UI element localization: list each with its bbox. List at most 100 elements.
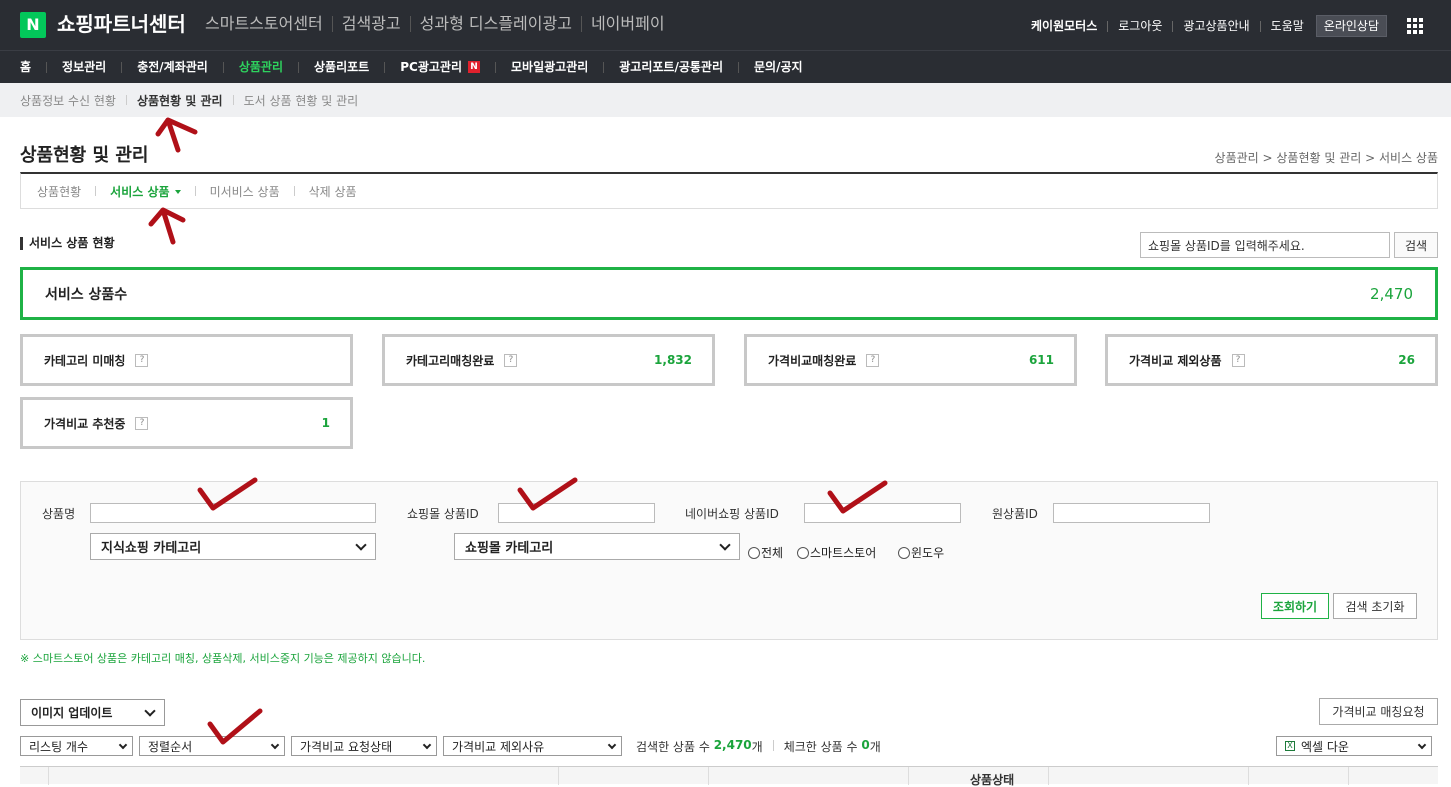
- ad-guide-link[interactable]: 광고상품안내: [1183, 17, 1249, 35]
- exclude-reason-select[interactable]: 가격비교 제외사유: [443, 736, 622, 756]
- nav-charge[interactable]: 충전/계좌관리: [137, 51, 208, 83]
- total-service-count: 서비스 상품수 2,470: [20, 267, 1438, 320]
- stat-value[interactable]: 611: [1029, 353, 1054, 367]
- excel-label: 엑셀 다운: [1301, 739, 1349, 754]
- knowledge-category-select[interactable]: 지식쇼핑 카테고리: [90, 533, 376, 560]
- listing-count-select[interactable]: 리스팅 개수: [20, 736, 133, 756]
- subnav-book-status[interactable]: 도서 상품 현황 및 관리: [244, 92, 359, 109]
- stat-category-unmatched: 카테고리 미매칭?: [20, 334, 353, 386]
- radio-circle-icon: [748, 546, 760, 559]
- smartstore-notice: ※ 스마트스토어 상품은 카테고리 매칭, 상품삭제, 서비스중지 기능은 제공…: [20, 652, 426, 665]
- nav-inquiry[interactable]: 문의/공지: [754, 51, 803, 83]
- top-link-smartstore[interactable]: 스마트스토어센터: [205, 14, 323, 34]
- tab-product-status[interactable]: 상품현황: [37, 183, 81, 200]
- main-nav: 홈 정보관리 충전/계좌관리 상품관리 상품리포트 PC광고관리 N 모바일광고관…: [0, 50, 1451, 83]
- nav-product-manage[interactable]: 상품관리: [239, 51, 283, 83]
- chevron-down-icon: [1417, 740, 1427, 749]
- top-link-display-ad[interactable]: 성과형 디스플레이광고: [420, 14, 572, 34]
- searched-prefix: 검색한 상품 수: [636, 740, 714, 754]
- help-icon[interactable]: ?: [135, 416, 149, 430]
- sub-nav: 상품정보 수신 현황 상품현황 및 관리 도서 상품 현황 및 관리: [0, 83, 1451, 117]
- total-label: 서비스 상품수: [45, 286, 128, 303]
- nav-product-report[interactable]: 상품리포트: [314, 51, 369, 83]
- naver-product-id-label: 네이버쇼핑 상품ID: [685, 507, 779, 521]
- nav-pc-ad[interactable]: PC광고관리 N: [400, 51, 480, 83]
- query-button[interactable]: 조회하기: [1261, 593, 1329, 619]
- radio-smartstore[interactable]: 스마트스토어: [797, 544, 876, 561]
- radio-all[interactable]: 전체: [748, 544, 783, 561]
- checked-prefix: 체크한 상품 수: [783, 740, 862, 754]
- nav-pc-ad-label: PC광고관리: [400, 60, 462, 74]
- logout-link[interactable]: 로그아웃: [1118, 17, 1162, 35]
- radio-circle-icon: [898, 546, 910, 559]
- excel-download-select[interactable]: X 엑셀 다운: [1276, 736, 1432, 756]
- stat-value[interactable]: 1: [322, 416, 330, 430]
- help-icon[interactable]: ?: [135, 353, 149, 367]
- searched-suffix: 개: [751, 740, 763, 754]
- price-status-select[interactable]: 가격비교 요청상태: [291, 736, 437, 756]
- stat-value[interactable]: 26: [1398, 353, 1415, 367]
- search-button[interactable]: 검색: [1394, 232, 1438, 258]
- help-link[interactable]: 도움말: [1271, 17, 1304, 35]
- subnav-receive-status[interactable]: 상품정보 수신 현황: [20, 92, 116, 109]
- total-value[interactable]: 2,470: [1370, 285, 1413, 303]
- top-user-menu: 케이원모터스 로그아웃 광고상품안내 도움말 온라인상담: [1031, 15, 1423, 37]
- annotation-check-icon: [517, 477, 578, 511]
- chevron-down-icon: [355, 538, 367, 551]
- checked-suffix: 개: [869, 740, 881, 754]
- tab-service-product[interactable]: 서비스 상품: [110, 183, 181, 200]
- radio-window-label: 윈도우: [911, 546, 945, 560]
- nav-home[interactable]: 홈: [20, 51, 31, 83]
- brand-title[interactable]: 쇼핑파트너센터: [57, 11, 186, 37]
- nav-mobile-ad[interactable]: 모바일광고관리: [511, 51, 588, 83]
- breadcrumb: 상품관리 > 상품현황 및 관리 > 서비스 상품: [1214, 151, 1438, 165]
- subnav-product-status[interactable]: 상품현황 및 관리: [137, 92, 223, 109]
- tab-service-product-label: 서비스 상품: [110, 184, 170, 199]
- stat-price-recommending: 가격비교 추천중? 1: [20, 397, 353, 449]
- stat-label: 카테고리매칭완료: [406, 353, 495, 368]
- product-id-search-input[interactable]: [1140, 232, 1390, 258]
- page-title: 상품현황 및 관리: [20, 145, 149, 166]
- image-update-select[interactable]: 이미지 업데이트: [20, 699, 165, 726]
- nav-info[interactable]: 정보관리: [62, 51, 106, 83]
- naver-logo[interactable]: N: [20, 12, 46, 38]
- chevron-down-icon: [607, 740, 617, 749]
- original-id-input[interactable]: [1053, 503, 1210, 523]
- radio-smartstore-label: 스마트스토어: [810, 546, 877, 560]
- stat-value[interactable]: 1,832: [654, 353, 692, 367]
- section-title: 서비스 상품 현황: [20, 237, 115, 250]
- radio-window[interactable]: 윈도우: [898, 544, 944, 561]
- reset-button[interactable]: 검색 초기화: [1333, 593, 1417, 619]
- stat-label: 카테고리 미매칭: [44, 353, 126, 368]
- mall-category-value: 쇼핑몰 카테고리: [465, 541, 554, 556]
- stat-category-matched: 카테고리매칭완료? 1,832: [382, 334, 715, 386]
- annotation-arrow-icon: [148, 207, 186, 245]
- annotation-check-icon: [207, 708, 263, 745]
- tab-unserviced-product[interactable]: 미서비스 상품: [210, 183, 280, 200]
- mall-category-select[interactable]: 쇼핑몰 카테고리: [454, 533, 740, 560]
- price-compare-request-button[interactable]: 가격비교 매칭요청: [1319, 698, 1438, 725]
- user-name[interactable]: 케이원모터스: [1031, 17, 1097, 35]
- online-consult-button[interactable]: 온라인상담: [1315, 15, 1387, 37]
- tab-deleted-product[interactable]: 삭제 상품: [309, 183, 357, 200]
- help-icon[interactable]: ?: [1231, 353, 1245, 367]
- listing-count-label: 리스팅 개수: [29, 739, 89, 754]
- original-id-label: 원상품ID: [992, 507, 1038, 521]
- product-name-label: 상품명: [42, 507, 76, 521]
- annotation-check-icon: [827, 480, 888, 514]
- top-link-naverpay[interactable]: 네이버페이: [591, 14, 665, 34]
- apps-grid-icon[interactable]: [1407, 18, 1423, 34]
- chevron-down-icon: [118, 740, 128, 749]
- status-column-header: 상품상태: [970, 773, 1015, 787]
- annotation-check-icon: [197, 477, 258, 511]
- chevron-down-icon: [144, 704, 156, 717]
- product-counts: 검색한 상품 수 2,470 개 체크한 상품 수 0개: [636, 738, 881, 755]
- help-icon[interactable]: ?: [866, 353, 880, 367]
- radio-all-label: 전체: [761, 546, 784, 560]
- top-bar: N 쇼핑파트너센터 스마트스토어센터 검색광고 성과형 디스플레이광고 네이버페…: [0, 0, 1451, 50]
- help-icon[interactable]: ?: [504, 353, 518, 367]
- top-link-search-ad[interactable]: 검색광고: [342, 14, 401, 34]
- nav-ad-report[interactable]: 광고리포트/공통관리: [619, 51, 723, 83]
- top-service-nav: 스마트스토어센터 검색광고 성과형 디스플레이광고 네이버페이: [205, 14, 665, 34]
- annotation-arrow-icon: [155, 117, 198, 153]
